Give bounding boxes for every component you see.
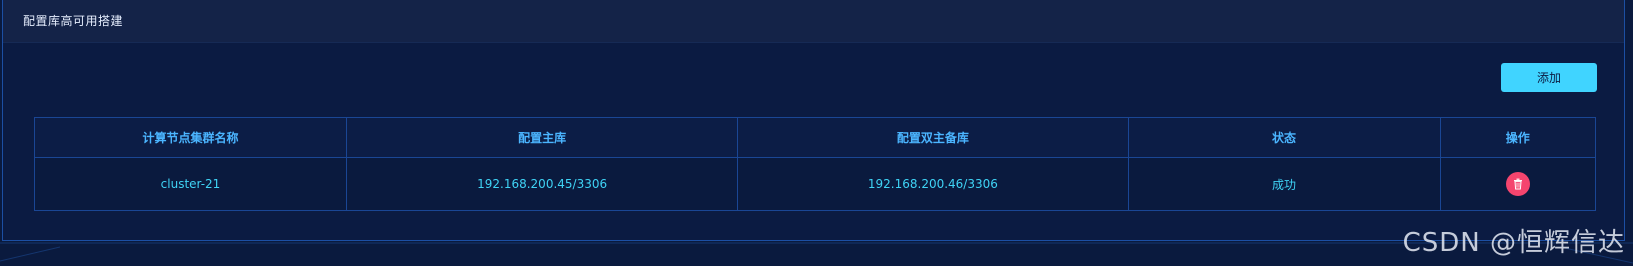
column-header-status: 状态 — [1127, 117, 1441, 158]
table-row: cluster-21 192.168.200.45/3306 192.168.2… — [34, 157, 1596, 211]
cell-primary-db: 192.168.200.45/3306 — [345, 157, 739, 211]
decorative-lines — [0, 242, 1633, 264]
cell-cluster-name: cluster-21 — [34, 157, 347, 211]
cell-standby-db: 192.168.200.46/3306 — [737, 157, 1129, 211]
cell-actions — [1439, 157, 1596, 211]
table-header-row: 计算节点集群名称 配置主库 配置双主备库 状态 操作 — [34, 117, 1596, 158]
page: 配置库高可用搭建 添加 计算节点集群名称 配置主库 配置双主备库 状态 操作 c… — [0, 0, 1633, 266]
column-header-cluster-name: 计算节点集群名称 — [34, 117, 347, 158]
config-db-panel: 配置库高可用搭建 添加 计算节点集群名称 配置主库 配置双主备库 状态 操作 c… — [2, 0, 1625, 241]
add-button[interactable]: 添加 — [1501, 63, 1597, 92]
trash-icon[interactable] — [1505, 172, 1530, 196]
cluster-table: 计算节点集群名称 配置主库 配置双主备库 状态 操作 cluster-21 19… — [34, 117, 1596, 211]
column-header-primary-db: 配置主库 — [345, 117, 739, 158]
panel-header: 配置库高可用搭建 — [3, 0, 1624, 43]
column-header-actions: 操作 — [1439, 117, 1596, 158]
panel-title: 配置库高可用搭建 — [23, 14, 124, 28]
column-header-standby-db: 配置双主备库 — [737, 117, 1129, 158]
watermark: CSDN @恒辉信达 — [1402, 228, 1625, 258]
cell-status: 成功 — [1127, 157, 1441, 211]
